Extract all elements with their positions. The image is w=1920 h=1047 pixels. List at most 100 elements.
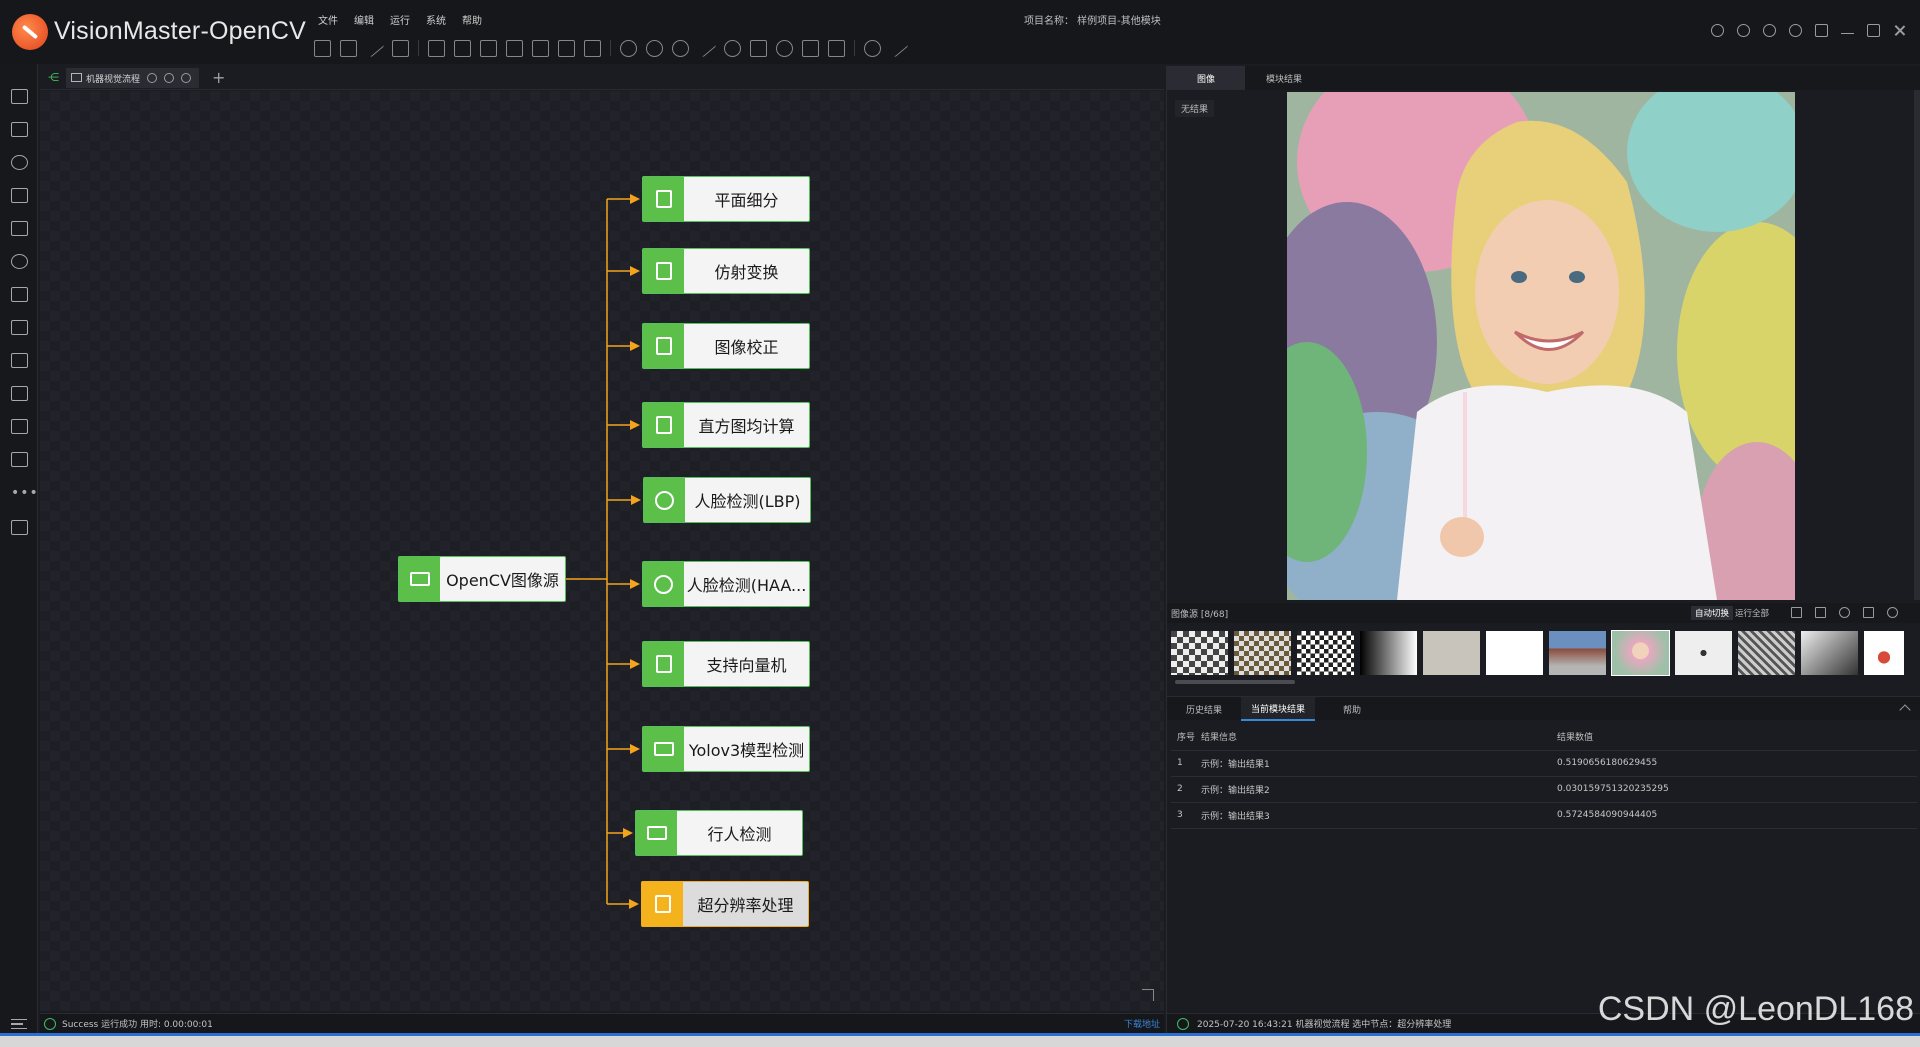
panel-icon[interactable] [11,386,28,401]
thumbnail-dot[interactable] [1675,631,1732,675]
tools-icon[interactable] [11,419,28,434]
thumbnail-checkerboard[interactable] [1234,631,1291,675]
image-icon[interactable] [11,122,28,137]
save-icon[interactable] [392,39,409,57]
trash-icon[interactable] [1863,607,1874,618]
sun-icon[interactable] [1763,24,1776,37]
thumbnail-gradient[interactable] [1360,631,1417,675]
open-folder-icon[interactable] [340,39,357,57]
copy-icon[interactable] [584,39,601,57]
add-tab-icon[interactable]: + [212,68,225,87]
measure-icon[interactable] [11,221,28,236]
view-icon[interactable] [724,39,741,57]
thumbnail-paper[interactable] [1423,631,1480,675]
clear-icon[interactable] [1839,607,1850,618]
auto-switch-button[interactable]: 自动切换 [1691,606,1734,620]
trash-icon[interactable] [802,39,819,57]
thumbnail-texture[interactable] [1738,631,1795,675]
cloud-icon[interactable] [1711,24,1724,37]
thumbnail-grayscale[interactable] [1801,631,1858,675]
flow-node[interactable]: 图像校正 [642,323,810,369]
flow-node[interactable]: 行人检测 [635,810,803,856]
thumbnail-checkerboard[interactable] [1171,631,1228,675]
chevron-down-icon[interactable] [1887,607,1898,618]
eye-icon[interactable] [864,39,881,57]
text-box-icon[interactable] [11,320,28,335]
record-icon[interactable] [646,39,663,57]
module-icon[interactable] [506,39,523,57]
tab-history-result[interactable]: 历史结果 [1167,697,1241,721]
more-dots-icon[interactable]: ••• [11,486,38,504]
fit-screen-icon[interactable] [1791,607,1802,618]
nodes-icon[interactable] [11,254,28,269]
align-icon[interactable] [750,39,767,57]
flow-canvas[interactable]: OpenCV图像源 平面细分仿射变换图像校正直方图均计算 人脸检测(LBP) 人脸检… [40,91,1164,1011]
pattern-icon[interactable] [11,188,28,203]
flow-node[interactable]: 支持向量机 [642,641,810,687]
node-opencv-image-source[interactable]: OpenCV图像源 [398,556,566,602]
comment-icon[interactable] [428,39,445,57]
run-once-icon[interactable] [620,39,637,57]
palette-icon[interactable] [11,155,28,170]
table-row[interactable]: 2 示例：输出结果2 0.030159751320235295 [1171,776,1917,803]
run-all-button[interactable]: 运行全部 [1735,607,1769,619]
menu-icon[interactable] [11,1019,27,1029]
list-icon[interactable] [828,39,845,57]
expand-icon[interactable] [1142,989,1154,1001]
link-icon[interactable] [696,38,717,58]
menu-run[interactable]: 运行 [390,12,410,27]
thumbnail-white[interactable] [1486,631,1543,675]
group-icon[interactable] [532,39,549,57]
edit-pen-icon[interactable] [364,38,385,58]
pencil-icon[interactable] [888,38,909,58]
result-image[interactable] [1287,92,1795,600]
thumbnail-checkerboard[interactable] [1297,631,1354,675]
delete-x-icon[interactable] [480,39,497,57]
flow-node[interactable]: 平面细分 [642,176,810,222]
flow-node[interactable]: 直方图均计算 [642,402,810,448]
flow-node[interactable]: 人脸检测(LBP) [643,477,811,523]
download-link[interactable]: 下载地址 [1124,1017,1160,1030]
table-row[interactable]: 3 示例：输出结果3 0.5724584090944405 [1171,802,1917,829]
thumbnail-girl-selected[interactable] [1611,630,1670,676]
info-icon[interactable] [1789,24,1802,37]
layout-icon[interactable] [1815,24,1828,37]
search-icon[interactable] [776,39,793,57]
gear-icon[interactable] [1737,24,1750,37]
minimize-icon[interactable] [1841,27,1854,34]
tab-module-result[interactable]: 模块结果 [1245,66,1323,90]
ungroup-icon[interactable] [558,39,575,57]
tab-help[interactable]: 帮助 [1315,697,1389,721]
monitor-icon[interactable] [11,520,28,535]
tab-machine-vision-flow[interactable]: 机器视觉流程 [66,68,200,88]
menu-edit[interactable]: 编辑 [354,12,374,27]
menu-system[interactable]: 系统 [426,12,446,27]
add-icon[interactable] [454,39,471,57]
flow-loop-icon[interactable] [181,73,192,83]
barcode-icon[interactable] [11,452,28,467]
flow-node[interactable]: 仿射变换 [642,248,810,294]
chevron-up-icon[interactable] [1899,704,1911,716]
table-row[interactable]: 1 示例：输出结果1 0.5190656180629455 [1171,750,1917,777]
open-folder-icon[interactable] [1815,607,1826,618]
tab-current-module-result[interactable]: 当前模块结果 [1241,697,1315,721]
flow-node[interactable]: 人脸检测(HAA... [642,561,810,607]
thumbnail-building[interactable] [1549,631,1606,675]
thumbnail-scrollbar[interactable] [1175,680,1295,684]
image-scrollbar[interactable] [1914,90,1920,600]
shuffle-icon[interactable] [11,287,28,302]
menu-file[interactable]: 文件 [318,12,338,27]
menu-help[interactable]: 帮助 [462,12,482,27]
tab-image[interactable]: 图像 [1167,66,1245,90]
flow-node[interactable]: Yolov3模型检测 [642,726,810,772]
flow-run-icon[interactable] [147,73,158,83]
flow-stop-icon[interactable] [164,73,175,83]
restore-icon[interactable] [1867,24,1880,37]
new-file-icon[interactable] [314,39,331,57]
flow-share-icon[interactable]: ⋲ [48,72,60,83]
upload-icon[interactable] [11,353,28,368]
close-icon[interactable] [1893,24,1906,37]
flow-node[interactable]: 超分辨率处理 [641,881,809,927]
loop-icon[interactable] [672,39,689,57]
thumbnail-cup[interactable] [1864,631,1904,675]
